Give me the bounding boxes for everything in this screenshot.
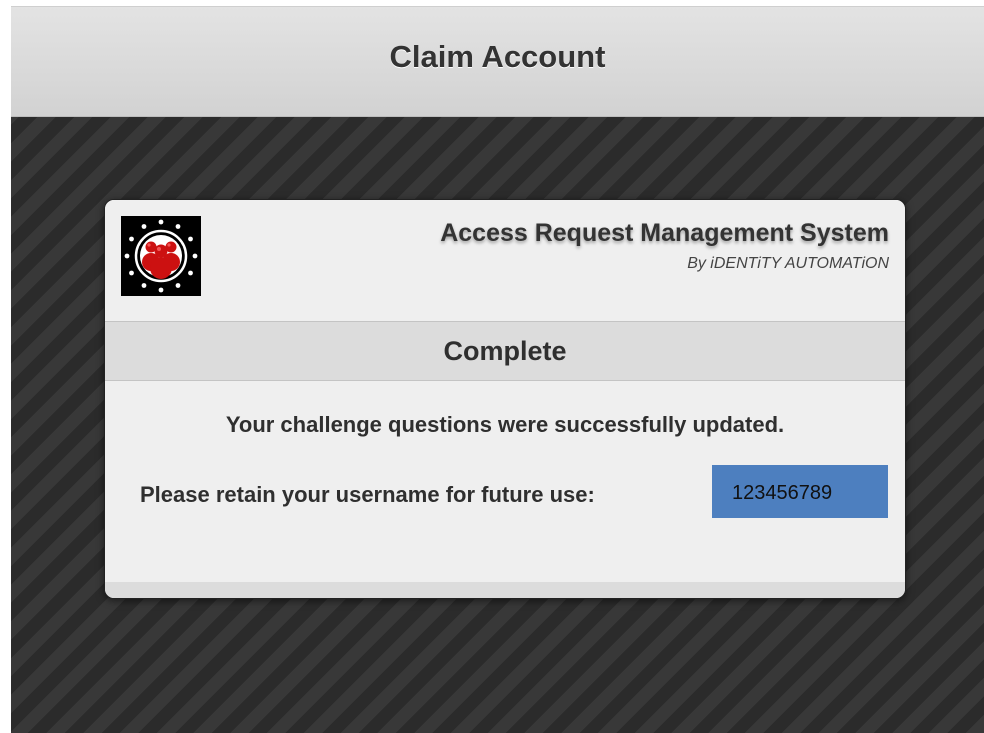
username-display: 123456789 — [712, 465, 888, 518]
app-vendor: By iDENTiTY AUTOMATiON — [687, 255, 889, 272]
success-message: Your challenge questions were successful… — [225, 412, 785, 437]
page: Claim Account Access Request Management … — [0, 0, 984, 733]
username-value: 123456789 — [732, 482, 833, 504]
retain-username-label: Please retain your username for future u… — [140, 482, 595, 507]
dialog-header: Access Request Management System By iDEN… — [105, 200, 905, 321]
page-title: Claim Account — [389, 38, 606, 74]
completion-dialog: Access Request Management System By iDEN… — [104, 199, 906, 599]
left-margin — [0, 0, 11, 733]
section-title: Complete — [443, 335, 567, 366]
people-group-logo-icon — [121, 216, 201, 296]
app-name: Access Request Management System — [440, 219, 889, 247]
section-header: Complete — [105, 321, 905, 381]
header-bar: Claim Account — [11, 6, 984, 117]
dialog-footer — [105, 582, 905, 598]
